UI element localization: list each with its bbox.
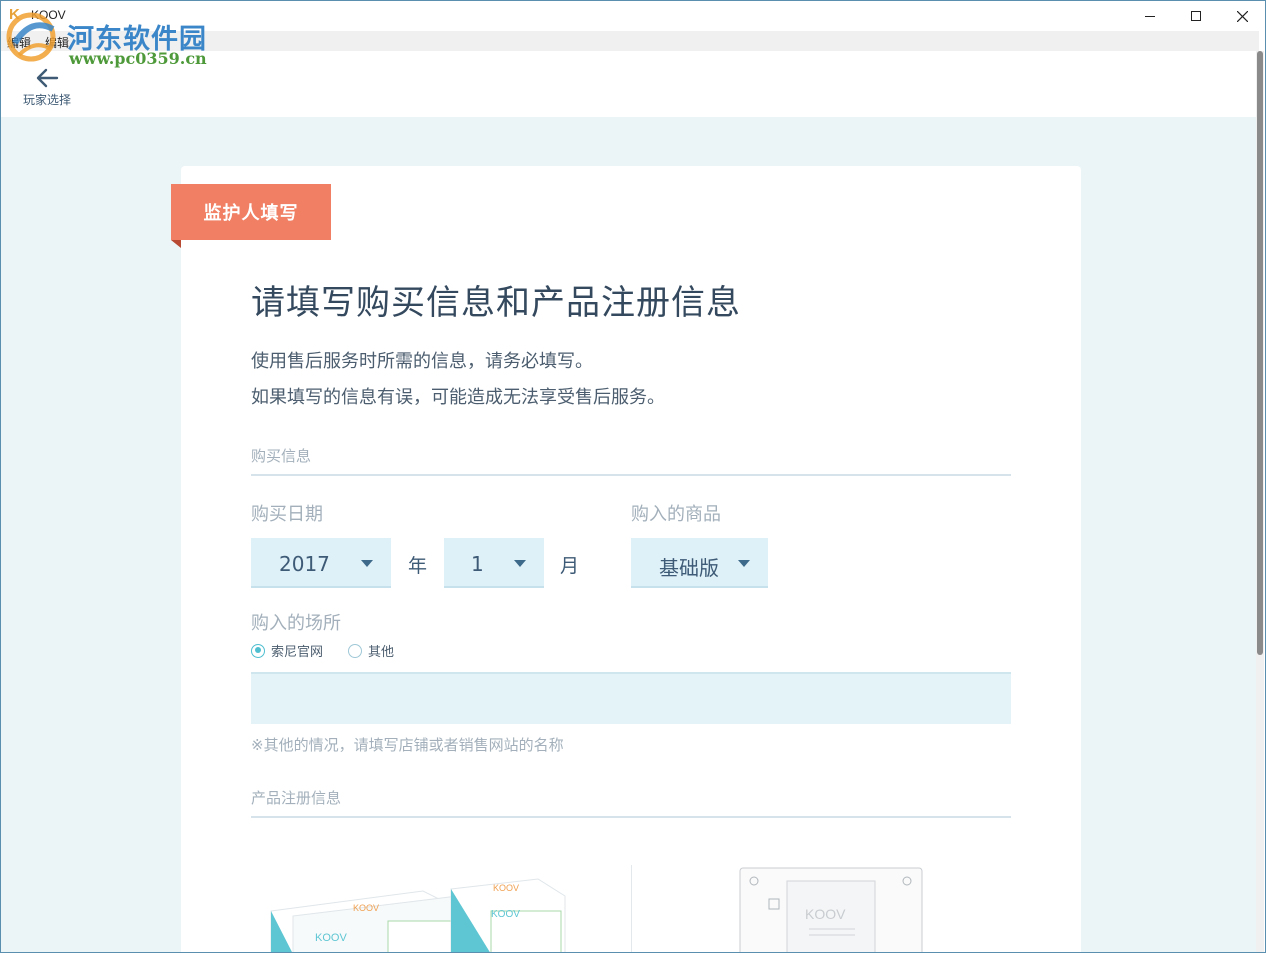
- svg-text:KOOV: KOOV: [353, 903, 379, 913]
- svg-text:KOOV: KOOV: [491, 909, 520, 920]
- purchase-section-heading: 购买信息: [251, 445, 1011, 476]
- year-unit-label: 年: [408, 555, 428, 577]
- purchase-date-label: 购买日期: [251, 504, 323, 525]
- radio-unchecked-icon: [348, 643, 362, 658]
- month-select[interactable]: 1: [444, 538, 544, 588]
- product-registration-heading: 产品注册信息: [251, 787, 1011, 818]
- svg-text:KOOV: KOOV: [493, 883, 519, 893]
- radio-other-label: 其他: [368, 645, 395, 660]
- product-divider: [631, 865, 632, 952]
- product-box-image: KOOV KOOV KOOV KOOV: [270, 878, 566, 952]
- year-value: 2017: [279, 552, 330, 576]
- svg-text:KOOV: KOOV: [315, 932, 347, 944]
- minimize-button[interactable]: [1127, 1, 1173, 31]
- watermark-url: www.pc0359.cn: [69, 49, 207, 68]
- watermark: 河东软件园 www.pc0359.cn: [5, 9, 225, 71]
- store-name-input[interactable]: [251, 672, 1011, 724]
- chevron-down-icon: [738, 560, 750, 567]
- radio-sony-store[interactable]: 索尼官网: [251, 641, 323, 660]
- guardian-ribbon: 监护人填写: [171, 184, 331, 240]
- close-icon: [1236, 10, 1248, 22]
- purchased-product-label: 购入的商品: [631, 504, 721, 525]
- chevron-down-icon: [514, 560, 526, 567]
- page-title: 请填写购买信息和产品注册信息: [251, 283, 741, 323]
- product-value: 基础版: [659, 556, 719, 580]
- description-line-1: 使用售后服务时所需的信息，请务必填写。: [251, 351, 593, 372]
- product-select[interactable]: 基础版: [631, 538, 768, 588]
- back-button[interactable]: 玩家选择: [19, 65, 77, 109]
- radio-checked-icon: [251, 643, 265, 658]
- svg-text:KOOV: KOOV: [805, 906, 846, 922]
- back-label: 玩家选择: [23, 93, 72, 107]
- minimize-icon: [1145, 15, 1155, 17]
- maximize-icon: [1191, 11, 1201, 21]
- store-name-note: ※其他的情况，请填写店铺或者销售网站的名称: [251, 736, 564, 754]
- description-line-2: 如果填写的信息有误，可能造成无法享受售后服务。: [251, 387, 665, 408]
- vertical-scrollbar[interactable]: [1256, 51, 1264, 952]
- chevron-down-icon: [361, 560, 373, 567]
- scrollbar-thumb[interactable]: [1257, 51, 1263, 655]
- purchase-place-label: 购入的场所: [251, 613, 341, 634]
- ribbon-fold: [171, 240, 181, 248]
- month-unit-label: 月: [560, 555, 580, 577]
- maximize-button[interactable]: [1173, 1, 1219, 31]
- year-select[interactable]: 2017: [251, 538, 391, 588]
- close-button[interactable]: [1219, 1, 1265, 31]
- radio-other[interactable]: 其他: [348, 641, 394, 660]
- app-window: K KOOV 编辑 编辑 玩家选择 监护人填写 请填写购买信息和产品注册信息 使…: [0, 0, 1266, 953]
- watermark-logo-icon: [6, 12, 56, 62]
- month-value: 1: [471, 552, 484, 576]
- radio-sony-label: 索尼官网: [271, 645, 324, 660]
- product-board-image: KOOV: [739, 867, 923, 952]
